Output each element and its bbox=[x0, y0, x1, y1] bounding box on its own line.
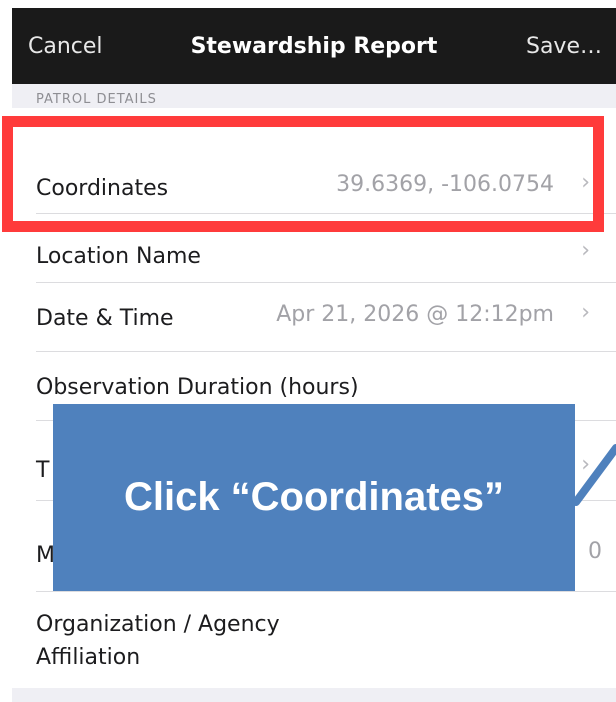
save-button[interactable]: Save… bbox=[526, 34, 602, 59]
row-value: 39.6369, -106.0754 bbox=[336, 172, 554, 197]
row-label: M bbox=[36, 543, 55, 568]
chevron-right-icon: › bbox=[581, 300, 590, 325]
chevron-right-icon: › bbox=[581, 452, 590, 477]
row-label: Location Name bbox=[36, 244, 201, 269]
navigation-bar: Cancel Stewardship Report Save… bbox=[12, 8, 616, 84]
row-partial-m[interactable]: M 0 bbox=[12, 501, 616, 591]
row-location-name[interactable]: Location Name › bbox=[12, 230, 616, 282]
row-organization-affiliation[interactable]: Organization / Agency Affiliation bbox=[12, 592, 616, 688]
row-label: Observation Duration (hours) bbox=[36, 375, 359, 400]
row-date-time[interactable]: Date & Time Apr 21, 2026 @ 12:12pm › bbox=[12, 283, 616, 351]
section-header: PATROL DETAILS bbox=[36, 92, 157, 107]
row-observation-duration[interactable]: Observation Duration (hours) bbox=[12, 352, 616, 420]
app-screen: Cancel Stewardship Report Save… PATROL D… bbox=[12, 8, 616, 702]
row-value: 0 bbox=[588, 539, 602, 564]
row-coordinates[interactable]: Coordinates 39.6369, -106.0754 › bbox=[12, 108, 616, 230]
section-background bbox=[12, 688, 616, 702]
row-label: Organization / Agency Affiliation bbox=[36, 612, 280, 670]
row-label: T bbox=[36, 458, 50, 483]
cancel-button[interactable]: Cancel bbox=[28, 34, 103, 59]
divider bbox=[36, 213, 616, 214]
chevron-right-icon: › bbox=[581, 238, 590, 263]
chevron-right-icon: › bbox=[581, 170, 590, 195]
row-label: Coordinates bbox=[36, 176, 169, 201]
row-label: Date & Time bbox=[36, 306, 174, 331]
row-partial-t[interactable]: T › bbox=[12, 421, 616, 489]
row-value: Apr 21, 2026 @ 12:12pm bbox=[276, 302, 554, 327]
